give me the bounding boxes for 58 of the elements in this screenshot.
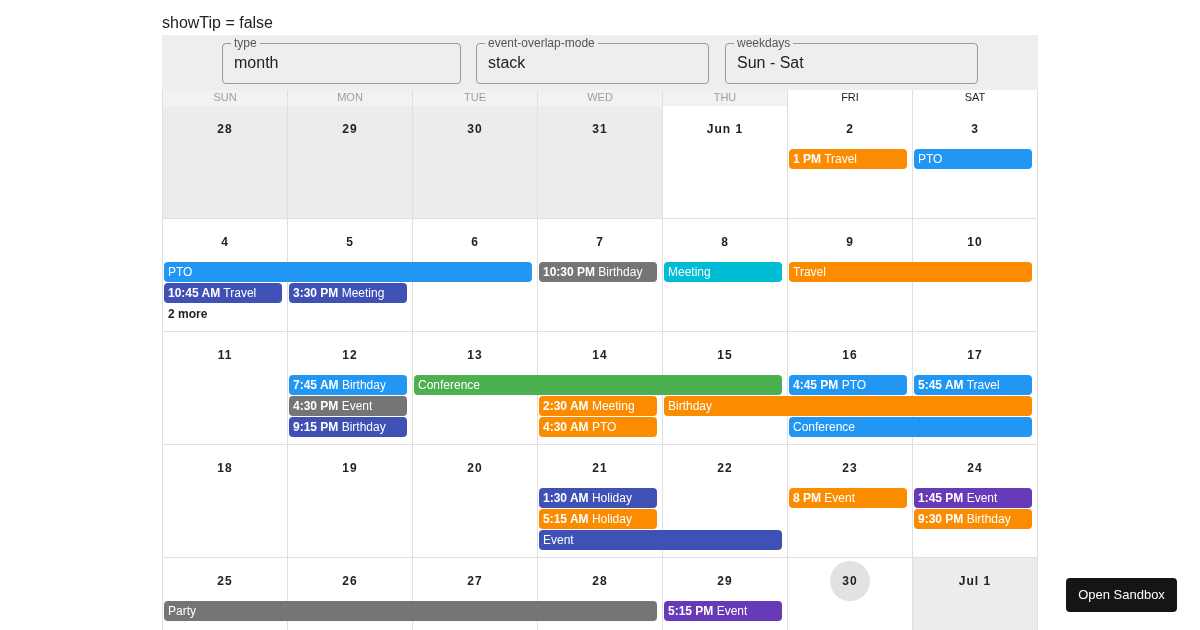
weekday-label: SAT: [913, 90, 1038, 106]
date-number[interactable]: 29: [330, 109, 370, 149]
date-number[interactable]: 19: [330, 448, 370, 488]
weekday-label: THU: [663, 90, 788, 106]
date-number[interactable]: 18: [205, 448, 245, 488]
date-number[interactable]: 4: [205, 222, 245, 262]
date-number[interactable]: 8: [705, 222, 745, 262]
date-number[interactable]: 20: [455, 448, 495, 488]
date-number[interactable]: 30: [455, 109, 495, 149]
date-number[interactable]: 2: [830, 109, 870, 149]
date-number[interactable]: 22: [705, 448, 745, 488]
weekday-label: TUE: [413, 90, 538, 106]
date-number[interactable]: 31: [580, 109, 620, 149]
date-number[interactable]: 17: [955, 335, 995, 375]
date-number[interactable]: 28: [205, 109, 245, 149]
event-chip[interactable]: 5:15 PM Event: [664, 601, 782, 621]
date-number[interactable]: 21: [580, 448, 620, 488]
date-number[interactable]: 9: [830, 222, 870, 262]
event-chip[interactable]: 4:30 PM Event: [289, 396, 407, 416]
weekday-label: MON: [288, 90, 413, 106]
weekday-label: SUN: [163, 90, 288, 106]
weekday-label: WED: [538, 90, 663, 106]
date-number[interactable]: Jul 1: [952, 561, 998, 601]
date-number[interactable]: 14: [580, 335, 620, 375]
date-number[interactable]: 24: [955, 448, 995, 488]
event-chip[interactable]: 10:30 PM Birthday: [539, 262, 657, 282]
date-number[interactable]: 26: [330, 561, 370, 601]
weekday-label: FRI: [788, 90, 913, 106]
event-chip[interactable]: Party: [164, 601, 657, 621]
open-sandbox-button[interactable]: Open Sandbox: [1066, 578, 1177, 612]
select-field[interactable]: type month: [222, 36, 461, 84]
more-link[interactable]: 2 more: [163, 304, 208, 325]
date-number[interactable]: 13: [455, 335, 495, 375]
date-number[interactable]: 23: [830, 448, 870, 488]
date-number[interactable]: 3: [955, 109, 995, 149]
date-number[interactable]: 6: [455, 222, 495, 262]
date-number[interactable]: 28: [580, 561, 620, 601]
date-number[interactable]: 15: [705, 335, 745, 375]
event-chip[interactable]: 10:45 AM Travel: [164, 283, 282, 303]
event-chip[interactable]: 1:30 AM Holiday: [539, 488, 657, 508]
event-chip[interactable]: 9:15 PM Birthday: [289, 417, 407, 437]
date-number[interactable]: 16: [830, 335, 870, 375]
date-number[interactable]: 11: [205, 335, 245, 375]
select-field[interactable]: weekdays Sun - Sat: [725, 36, 978, 84]
date-number[interactable]: 7: [580, 222, 620, 262]
event-chip[interactable]: 3:30 PM Meeting: [289, 283, 407, 303]
date-number[interactable]: 10: [955, 222, 995, 262]
event-chip[interactable]: Event: [539, 530, 782, 550]
date-number[interactable]: 29: [705, 561, 745, 601]
date-number[interactable]: 25: [205, 561, 245, 601]
date-number[interactable]: 30: [830, 561, 870, 601]
date-number[interactable]: 27: [455, 561, 495, 601]
date-number[interactable]: 5: [330, 222, 370, 262]
select-field[interactable]: event-overlap-mode stack: [476, 36, 709, 84]
date-number[interactable]: 12: [330, 335, 370, 375]
event-chip[interactable]: 1:45 PM Event: [914, 488, 1032, 508]
code-label: showTip = false: [162, 13, 273, 33]
date-number[interactable]: Jun 1: [700, 109, 750, 149]
